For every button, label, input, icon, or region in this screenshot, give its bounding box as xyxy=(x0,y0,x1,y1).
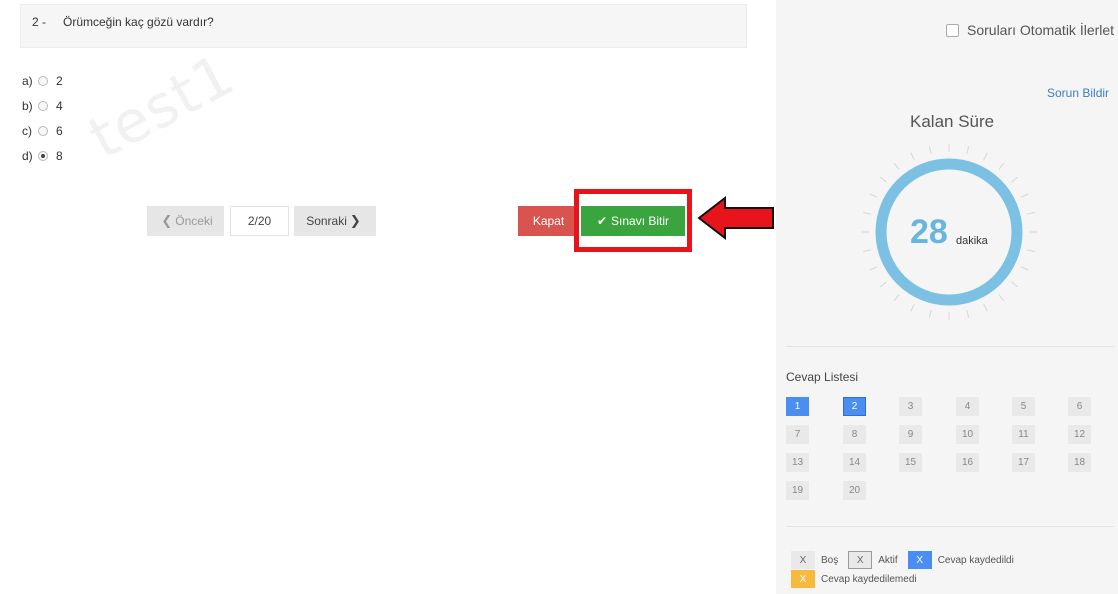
answer-cell-6[interactable]: 6 xyxy=(1068,397,1091,416)
legend-blank-box: X xyxy=(791,551,815,569)
timer-tick xyxy=(910,152,915,161)
radio-c[interactable] xyxy=(38,125,48,136)
legend-failed-label: Cevap kaydedilemedi xyxy=(821,573,917,585)
radio-b[interactable] xyxy=(38,100,48,111)
option-letter: a) xyxy=(22,73,33,88)
timer-tick xyxy=(966,309,970,318)
timer-tick xyxy=(863,211,872,215)
option-value: 8 xyxy=(56,148,63,163)
question-header: 2 - Örümceğin kaç gözü vardır? xyxy=(20,4,747,48)
timer-tick xyxy=(1011,176,1019,183)
timer-tick xyxy=(863,249,872,253)
answer-cell-20[interactable]: 20 xyxy=(843,481,866,500)
answer-legend: X Boş X Aktif X Cevap kaydedildi X Cevap… xyxy=(791,549,1024,590)
answer-cell-15[interactable]: 15 xyxy=(899,453,922,472)
auto-advance-checkbox[interactable] xyxy=(946,23,959,37)
answer-cell-14[interactable]: 14 xyxy=(843,453,866,472)
option-b[interactable]: b) 4 xyxy=(22,93,63,118)
timer-tick xyxy=(893,162,900,170)
timer-tick xyxy=(910,303,915,312)
timer-tick xyxy=(1020,193,1029,198)
auto-advance-toggle[interactable]: Soruları Otomatik İlerlet xyxy=(946,22,1114,38)
legend-saved-label: Cevap kaydedildi xyxy=(937,554,1014,566)
answer-cell-8[interactable]: 8 xyxy=(843,425,866,444)
timer-tick xyxy=(1011,281,1019,288)
option-letter: d) xyxy=(22,148,33,163)
answer-cell-3[interactable]: 3 xyxy=(899,397,922,416)
answer-cell-10[interactable]: 10 xyxy=(956,425,979,444)
answer-cell-2[interactable]: 2 xyxy=(843,397,866,416)
legend-saved-box: X xyxy=(907,551,932,569)
timer-tick xyxy=(1026,211,1035,215)
chevron-right-icon: ❯ xyxy=(349,213,361,228)
timer-tick xyxy=(998,294,1005,302)
answer-cell-16[interactable]: 16 xyxy=(956,453,979,472)
close-button[interactable]: Kapat xyxy=(518,206,579,236)
question-number: 2 - xyxy=(32,15,47,29)
timer-title: Kalan Süre xyxy=(910,112,995,131)
timer-value: 28 xyxy=(910,213,948,251)
option-d[interactable]: d) 8 xyxy=(22,143,63,168)
chevron-left-icon: ❮ xyxy=(161,213,173,228)
option-letter: c) xyxy=(22,123,32,138)
legend-blank-label: Boş xyxy=(821,554,839,566)
legend-failed-box: X xyxy=(791,570,815,588)
answer-cell-1[interactable]: 1 xyxy=(786,397,809,416)
highlight-box xyxy=(574,189,692,252)
timer-tick xyxy=(983,303,988,312)
divider xyxy=(786,346,1114,347)
timer-ring xyxy=(861,144,1037,320)
option-c[interactable]: c) 6 xyxy=(22,118,63,143)
timer-tick xyxy=(869,266,878,271)
answer-cell-12[interactable]: 12 xyxy=(1068,425,1091,444)
timer-tick xyxy=(928,309,932,318)
answer-cell-17[interactable]: 17 xyxy=(1012,453,1035,472)
next-label: Sonraki xyxy=(306,214,347,228)
timer-tick xyxy=(928,146,932,155)
previous-label: Önceki xyxy=(175,214,213,228)
answer-cell-13[interactable]: 13 xyxy=(786,453,809,472)
timer-tick xyxy=(998,162,1005,170)
next-button[interactable]: Sonraki ❯ xyxy=(294,206,376,236)
answer-cell-4[interactable]: 4 xyxy=(956,397,979,416)
divider xyxy=(786,526,1114,527)
answer-cell-18[interactable]: 18 xyxy=(1068,453,1091,472)
red-arrow-icon xyxy=(697,196,774,240)
timer-unit: dakika xyxy=(956,235,988,247)
answer-options: a) 2 b) 4 c) 6 d) 8 xyxy=(22,68,63,168)
radio-a[interactable] xyxy=(38,75,48,86)
option-value: 6 xyxy=(56,123,63,138)
auto-advance-label: Soruları Otomatik İlerlet xyxy=(967,22,1115,38)
timer-tick xyxy=(966,146,970,155)
page-indicator: 2/20 xyxy=(230,206,289,236)
answer-cell-9[interactable]: 9 xyxy=(899,425,922,444)
question-text: Örümceğin kaç gözü vardır? xyxy=(63,15,214,29)
option-a[interactable]: a) 2 xyxy=(22,68,63,93)
timer-tick xyxy=(1020,266,1029,271)
answer-cell-19[interactable]: 19 xyxy=(786,481,809,500)
timer-progress-ring xyxy=(875,158,1023,306)
timer-tick xyxy=(879,281,887,288)
timer-tick xyxy=(1026,249,1035,253)
watermark: test1 xyxy=(78,40,246,173)
timer-tick xyxy=(869,193,878,198)
report-problem-link[interactable]: Sorun Bildir xyxy=(1047,86,1109,100)
legend-active-label: Aktif xyxy=(878,554,898,566)
answer-cell-7[interactable]: 7 xyxy=(786,425,809,444)
timer-tick xyxy=(893,294,900,302)
answer-list-title: Cevap Listesi xyxy=(786,370,859,384)
answer-cell-11[interactable]: 11 xyxy=(1012,425,1035,444)
option-value: 2 xyxy=(56,73,63,88)
legend-active-box: X xyxy=(848,551,873,569)
answer-cell-5[interactable]: 5 xyxy=(1012,397,1035,416)
radio-d[interactable] xyxy=(38,150,48,161)
timer-tick xyxy=(879,176,887,183)
timer-tick xyxy=(983,152,988,161)
previous-button[interactable]: ❮ Önceki xyxy=(147,206,224,236)
option-value: 4 xyxy=(56,98,63,113)
timer-ticks xyxy=(861,144,1037,320)
option-letter: b) xyxy=(22,98,33,113)
